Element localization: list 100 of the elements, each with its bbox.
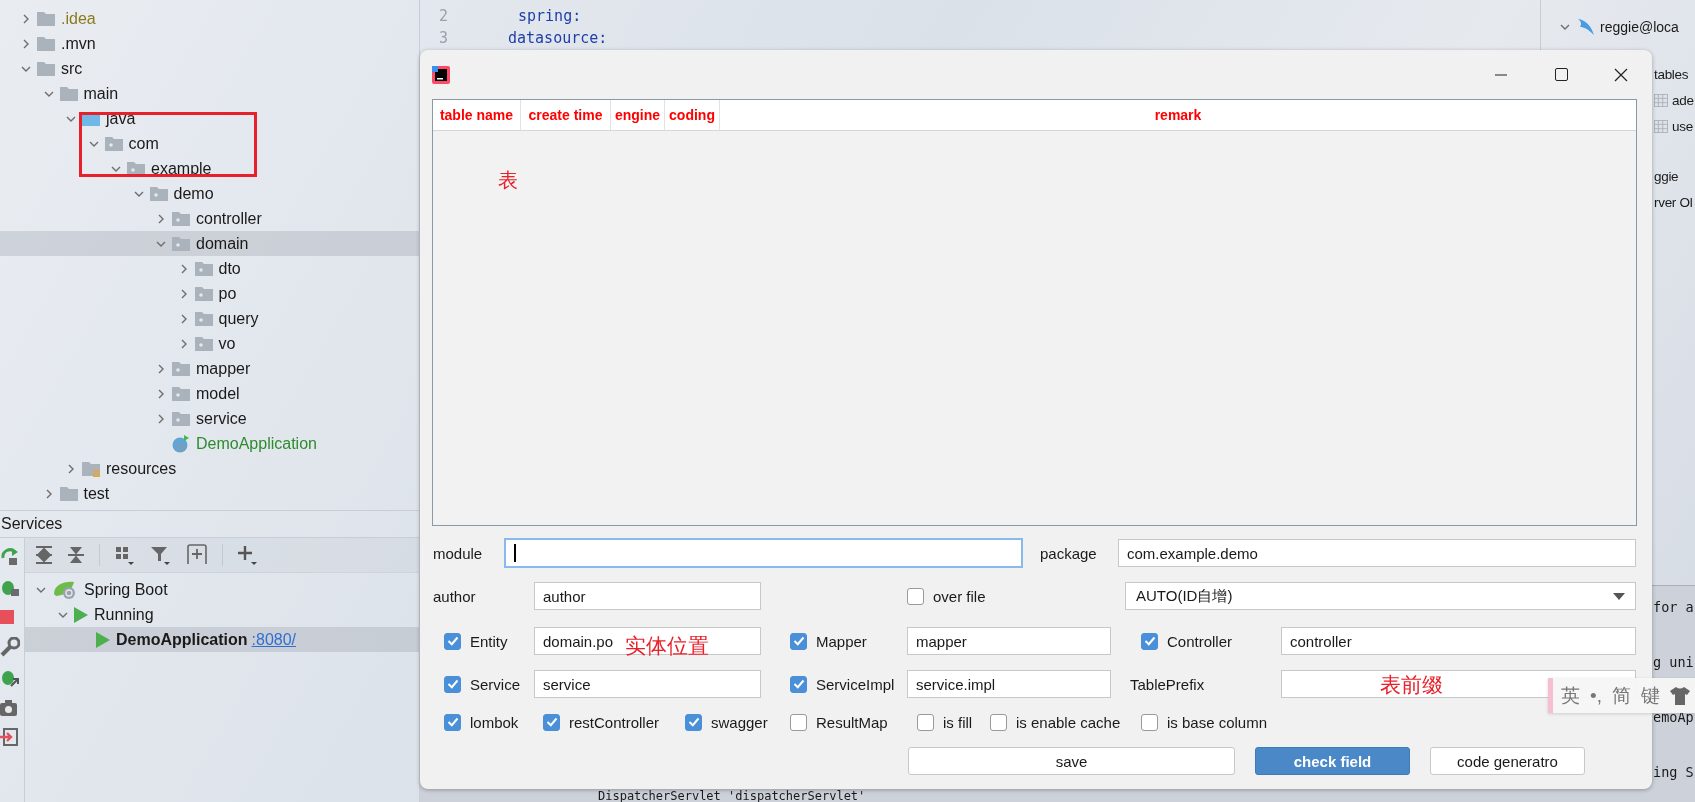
input-field[interactable]: controller xyxy=(1281,627,1636,655)
column-header[interactable]: coding xyxy=(665,100,720,130)
field-label: author xyxy=(433,587,477,605)
run-icon xyxy=(74,606,88,623)
table-item[interactable]: use xyxy=(1672,118,1693,134)
check-field-button[interactable]: check field xyxy=(1255,747,1410,775)
package-folder-icon xyxy=(194,311,213,326)
column-header[interactable]: remark xyxy=(720,100,1636,130)
service-item[interactable]: Running xyxy=(25,602,419,627)
minimize-icon xyxy=(1495,73,1507,76)
database-icon xyxy=(1576,16,1596,37)
tree-item[interactable]: .idea xyxy=(0,6,419,31)
tree-item[interactable]: resources xyxy=(0,456,419,481)
column-header[interactable]: create time xyxy=(521,100,611,130)
input-field[interactable]: com.example.demo xyxy=(1118,539,1636,567)
tree-item[interactable]: service xyxy=(0,406,419,431)
checkbox[interactable] xyxy=(543,713,560,731)
tree-item[interactable]: dto xyxy=(0,256,419,281)
input-field[interactable]: author xyxy=(534,582,761,610)
checkbox[interactable] xyxy=(790,713,807,731)
service-item[interactable]: DemoApplication :8080/ xyxy=(25,627,419,652)
column-header[interactable]: table name xyxy=(433,100,521,130)
column-header[interactable]: engine xyxy=(611,100,665,130)
package-folder-icon xyxy=(194,261,213,276)
add-icon[interactable] xyxy=(237,544,259,566)
tree-item[interactable]: rver Ol xyxy=(1654,194,1693,210)
input-field[interactable]: mapper xyxy=(907,627,1111,655)
checkbox-label: is base column xyxy=(1167,713,1268,731)
checkbox[interactable] xyxy=(790,675,807,693)
folder-icon xyxy=(37,36,55,51)
run-icon xyxy=(96,631,110,648)
connection-name: reggie@loca xyxy=(1600,18,1679,35)
tree-item[interactable]: demo xyxy=(0,181,419,206)
table-icon xyxy=(1654,93,1668,107)
checkbox[interactable] xyxy=(1141,713,1158,731)
checkbox[interactable] xyxy=(444,713,461,731)
folder-icon xyxy=(59,86,78,101)
tree-item[interactable]: controller xyxy=(0,206,419,231)
tree-item[interactable]: src xyxy=(0,56,419,81)
checkbox[interactable] xyxy=(990,713,1007,731)
rerun-icon[interactable] xyxy=(0,546,20,566)
folder-icon xyxy=(37,61,55,76)
input-field[interactable]: domain.po 实体位置 xyxy=(534,627,761,655)
resources-folder-icon xyxy=(82,460,100,477)
panel-title: Services xyxy=(1,515,63,533)
input-field[interactable] xyxy=(504,538,1023,568)
checkbox-label: is fill xyxy=(943,713,973,731)
dropdown[interactable]: AUTO(ID自增) xyxy=(1125,582,1636,610)
tree-item[interactable]: tables xyxy=(1654,66,1689,82)
tree-item[interactable]: mapper xyxy=(0,356,419,381)
checkbox-label: restController xyxy=(569,713,660,731)
checkbox-label: Service xyxy=(470,675,521,693)
tree-item[interactable]: main xyxy=(0,81,419,106)
checkbox[interactable] xyxy=(1141,632,1158,650)
code-line: spring: xyxy=(518,7,582,25)
checkbox[interactable] xyxy=(790,632,807,650)
package-folder-icon xyxy=(172,386,190,401)
code-line: datasource: xyxy=(508,29,608,47)
camera-icon[interactable] xyxy=(0,699,18,717)
filter-icon[interactable] xyxy=(150,544,172,566)
tree-item[interactable]: query xyxy=(0,306,419,331)
tree-item[interactable]: example xyxy=(0,156,419,181)
checkbox[interactable] xyxy=(444,632,461,650)
checkbox[interactable] xyxy=(907,587,924,605)
add-frame-icon[interactable] xyxy=(186,544,208,566)
table-item[interactable]: ade xyxy=(1672,92,1694,108)
schema-item[interactable]: ggie xyxy=(1654,168,1679,184)
tree-item[interactable]: com xyxy=(0,131,419,156)
tree-item[interactable]: java xyxy=(0,106,419,131)
checkbox-label: is enable cache xyxy=(1016,713,1121,731)
checkbox-label: Mapper xyxy=(816,632,867,650)
console-line: ing S xyxy=(1653,763,1695,782)
expand-all-icon[interactable] xyxy=(35,545,53,565)
tree-item[interactable]: DemoApplication xyxy=(0,431,419,456)
checkbox[interactable] xyxy=(917,713,934,731)
tree-item[interactable]: .mvn xyxy=(0,31,419,56)
maximize-icon xyxy=(1554,68,1568,81)
exit-icon[interactable] xyxy=(0,728,18,746)
ime-item[interactable]: 键 xyxy=(1640,682,1660,709)
generate-button[interactable]: code generatro xyxy=(1430,747,1585,775)
console-line: g uni xyxy=(1653,653,1695,672)
checkbox[interactable] xyxy=(444,675,461,693)
tree-item[interactable]: test xyxy=(0,481,419,506)
save-button[interactable]: save xyxy=(908,747,1235,775)
shirt-icon[interactable] xyxy=(1669,686,1690,705)
checkbox-label: swagger xyxy=(711,713,768,731)
input-field[interactable]: service xyxy=(534,670,761,698)
group-icon[interactable] xyxy=(114,544,136,566)
collapse-all-icon[interactable] xyxy=(67,545,85,565)
close-icon xyxy=(1614,67,1628,82)
stop-icon[interactable] xyxy=(0,608,14,626)
input-field[interactable]: service.impl xyxy=(907,670,1111,698)
tree-item[interactable]: vo xyxy=(0,331,419,356)
service-item[interactable]: Spring Boot xyxy=(25,577,419,602)
tree-item[interactable]: po xyxy=(0,281,419,306)
tree-item[interactable]: domain xyxy=(0,231,419,256)
tree-item[interactable]: model xyxy=(0,381,419,406)
checkbox[interactable] xyxy=(685,713,702,731)
checkbox-label: lombok xyxy=(470,713,519,731)
app-icon xyxy=(432,65,450,84)
